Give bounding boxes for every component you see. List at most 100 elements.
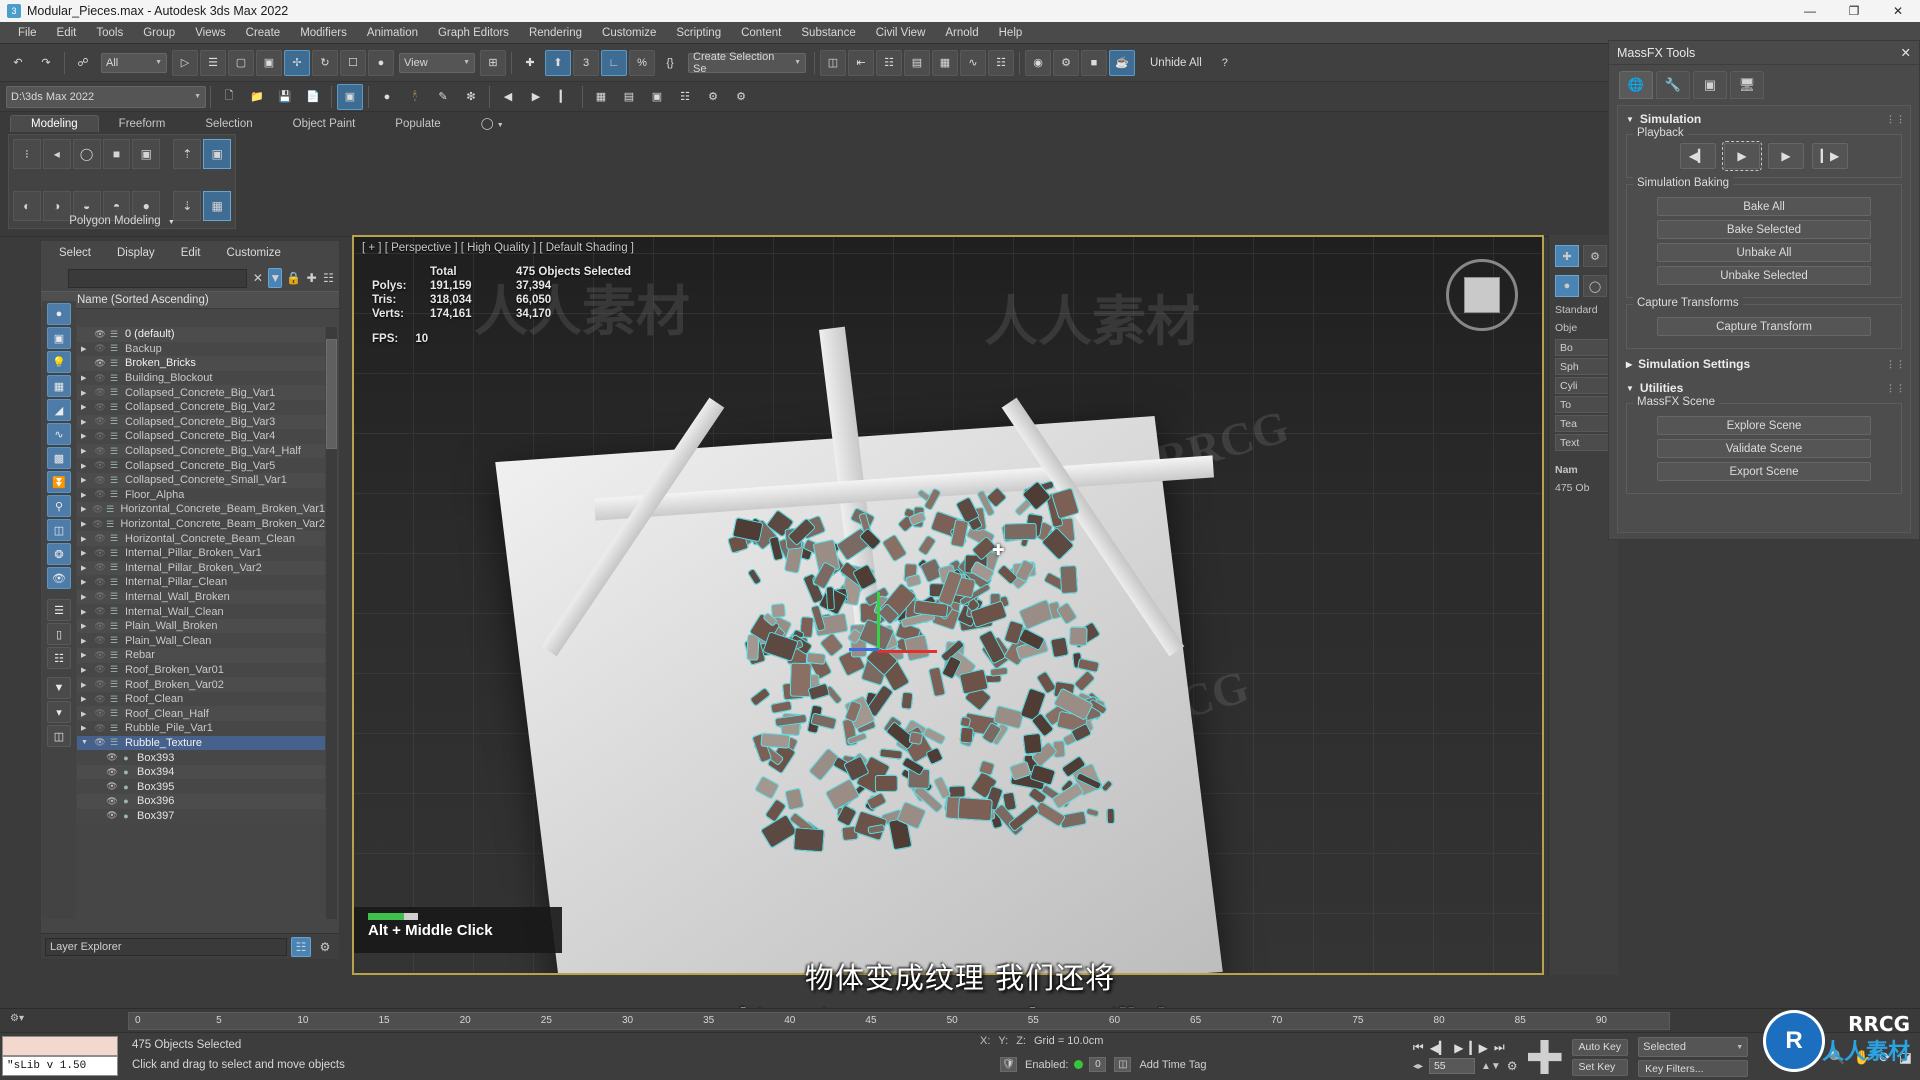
list-item[interactable]: ▶👁☰Roof_Broken_Var02: [77, 677, 325, 692]
layer-node-icon[interactable]: ☰: [107, 737, 121, 748]
display-bones-icon[interactable]: ⚲: [47, 495, 71, 517]
list-item[interactable]: ▶👁☰Internal_Pillar_Broken_Var1: [77, 546, 325, 561]
layer-node-icon[interactable]: ☰: [107, 329, 121, 340]
layer-node-icon[interactable]: ☰: [104, 504, 116, 515]
layer-node-icon[interactable]: ☰: [107, 694, 121, 705]
list-item[interactable]: ▶👁☰Roof_Broken_Var01: [77, 663, 325, 678]
minimize-button[interactable]: —: [1788, 0, 1832, 22]
view-cube-box[interactable]: [1464, 277, 1500, 313]
menu-item-help[interactable]: Help: [989, 25, 1033, 41]
menu-item-arnold[interactable]: Arnold: [935, 25, 988, 41]
list-item[interactable]: ▶👁☰Horizontal_Concrete_Beam_Clean: [77, 531, 325, 546]
list-item[interactable]: ▶👁☰Internal_Pillar_Broken_Var2: [77, 561, 325, 576]
gizmo-z-axis[interactable]: [849, 648, 879, 651]
chevron-right-icon[interactable]: ▶: [81, 345, 93, 353]
explorer-settings-icon[interactable]: ⚙: [315, 937, 335, 957]
chevron-right-icon[interactable]: ▶: [81, 374, 93, 382]
rubble-piece[interactable]: [826, 586, 836, 610]
ribbon-overflow-icon[interactable]: ◯ ▼: [461, 114, 524, 132]
layer-manager-icon[interactable]: ☷: [291, 937, 311, 957]
named-selection-sets-dropdown[interactable]: Create Selection Se ▼: [688, 53, 806, 73]
chevron-right-icon[interactable]: ▶: [81, 389, 93, 397]
layer-node-icon[interactable]: ☰: [107, 489, 121, 500]
rectangular-selection-region-icon[interactable]: ▢: [228, 50, 254, 76]
rubble-piece[interactable]: [882, 533, 908, 562]
edit-named-selection-sets-icon[interactable]: {}: [657, 50, 683, 76]
utility-icon-1[interactable]: ▦: [588, 84, 614, 110]
rubble-piece[interactable]: [1073, 669, 1095, 691]
bake-all-button[interactable]: Bake All: [1657, 197, 1871, 216]
unhide-all-label[interactable]: Unhide All: [1150, 57, 1202, 69]
select-by-name-icon[interactable]: ☰: [200, 50, 226, 76]
chevron-right-icon[interactable]: ▶: [81, 432, 93, 440]
box-button[interactable]: Bo: [1555, 339, 1612, 356]
unbake-all-button[interactable]: Unbake All: [1657, 243, 1871, 262]
chevron-right-icon[interactable]: ▶: [81, 622, 93, 630]
rubble-piece[interactable]: [879, 748, 902, 759]
timeline-key-icon[interactable]: ⚙▾: [10, 1013, 24, 1024]
angle-snap-toggle-icon[interactable]: 3: [573, 50, 599, 76]
previous-frame-icon[interactable]: ◀▎: [1430, 1041, 1448, 1055]
ribbon-panel-caption[interactable]: Polygon Modeling ▼: [9, 215, 235, 227]
list-item[interactable]: ▶👁☰Roof_Clean: [77, 692, 325, 707]
display-cameras-icon[interactable]: ▦: [47, 375, 71, 397]
maxscript-input-line[interactable]: [2, 1036, 118, 1056]
list-item[interactable]: ▶👁☰Internal_Pillar_Clean: [77, 575, 325, 590]
rubble-piece[interactable]: [784, 788, 804, 811]
populate-icon[interactable]: 🕴: [402, 84, 428, 110]
teapot-button[interactable]: Tea: [1555, 415, 1612, 432]
visibility-eye-icon[interactable]: 👁: [93, 489, 107, 500]
current-frame-value[interactable]: 55: [1429, 1058, 1475, 1074]
menu-item-rendering[interactable]: Rendering: [519, 25, 592, 41]
chevron-right-icon[interactable]: ▶: [81, 637, 93, 645]
explorer-menu-select[interactable]: Select: [59, 247, 91, 259]
redo-icon[interactable]: ↷: [33, 50, 59, 76]
edge-level-icon[interactable]: ◂: [43, 139, 71, 169]
list-item[interactable]: 👁☰Broken_Bricks: [77, 356, 325, 371]
geometry-category-icon[interactable]: ●: [1555, 275, 1579, 297]
object-node-icon[interactable]: ●: [119, 796, 133, 806]
chevron-right-icon[interactable]: ▶: [81, 549, 93, 557]
spinner-snap-toggle-icon[interactable]: %: [629, 50, 655, 76]
maxscript-mini-listener[interactable]: "sLib v 1.50: [0, 1033, 120, 1080]
menu-item-edit[interactable]: Edit: [47, 25, 87, 41]
advanced-filter-icon[interactable]: ▾: [47, 701, 71, 723]
rollout-header-simulation[interactable]: ▼ Simulation ⋮⋮: [1622, 110, 1906, 128]
chevron-right-icon[interactable]: ▶: [81, 505, 92, 513]
layers-icon[interactable]: ☷: [322, 268, 335, 288]
ribbon-tab-populate[interactable]: Populate: [375, 116, 460, 132]
display-containers-icon[interactable]: ◫: [47, 519, 71, 541]
visibility-eye-icon[interactable]: 👁: [93, 358, 107, 369]
search-input[interactable]: [68, 269, 247, 288]
menu-item-tools[interactable]: Tools: [86, 25, 133, 41]
go-to-start-icon[interactable]: ⏮: [1413, 1040, 1424, 1055]
list-item[interactable]: ▶👁☰Plain_Wall_Broken: [77, 619, 325, 634]
particle-icon[interactable]: ❇: [458, 84, 484, 110]
visibility-eye-icon[interactable]: 👁: [93, 343, 107, 354]
scrollbar-thumb[interactable]: [326, 339, 337, 449]
create-key-icon[interactable]: [1528, 1040, 1562, 1074]
layer-node-icon[interactable]: ☰: [107, 343, 121, 354]
rubble-piece[interactable]: [1070, 626, 1088, 646]
list-item[interactable]: ▶👁☰Collapsed_Concrete_Big_Var2: [77, 400, 325, 415]
visibility-eye-icon[interactable]: 👁: [93, 577, 107, 588]
rubble-piece[interactable]: [750, 687, 772, 707]
rubble-piece[interactable]: [866, 792, 887, 811]
validate-scene-button[interactable]: Validate Scene: [1657, 439, 1871, 458]
display-lights-icon[interactable]: 💡: [47, 351, 71, 373]
perspective-viewport[interactable]: 人人素材 人人素材 人人素材 RRCG RRCG [ + ] [ Perspec…: [352, 235, 1544, 975]
modify-tab-icon[interactable]: ⚙: [1583, 245, 1607, 267]
rubble-piece[interactable]: [917, 534, 937, 556]
visibility-eye-icon[interactable]: 👁: [93, 562, 107, 573]
layer-node-icon[interactable]: ☰: [107, 635, 121, 646]
timeline-track[interactable]: 051015202530354045505560657075808590: [128, 1012, 1670, 1030]
save-as-icon[interactable]: 📄: [300, 84, 326, 110]
cylinder-button[interactable]: Cyli: [1555, 377, 1612, 394]
ribbon-tab-modeling[interactable]: Modeling: [10, 115, 99, 132]
visibility-eye-icon[interactable]: 👁: [93, 679, 107, 690]
layer-node-icon[interactable]: ☰: [107, 591, 121, 602]
rubble-piece[interactable]: [754, 775, 780, 800]
layer-node-icon[interactable]: ☰: [107, 679, 121, 690]
rubble-piece[interactable]: [747, 569, 762, 586]
chevron-right-icon[interactable]: ▶: [81, 535, 93, 543]
